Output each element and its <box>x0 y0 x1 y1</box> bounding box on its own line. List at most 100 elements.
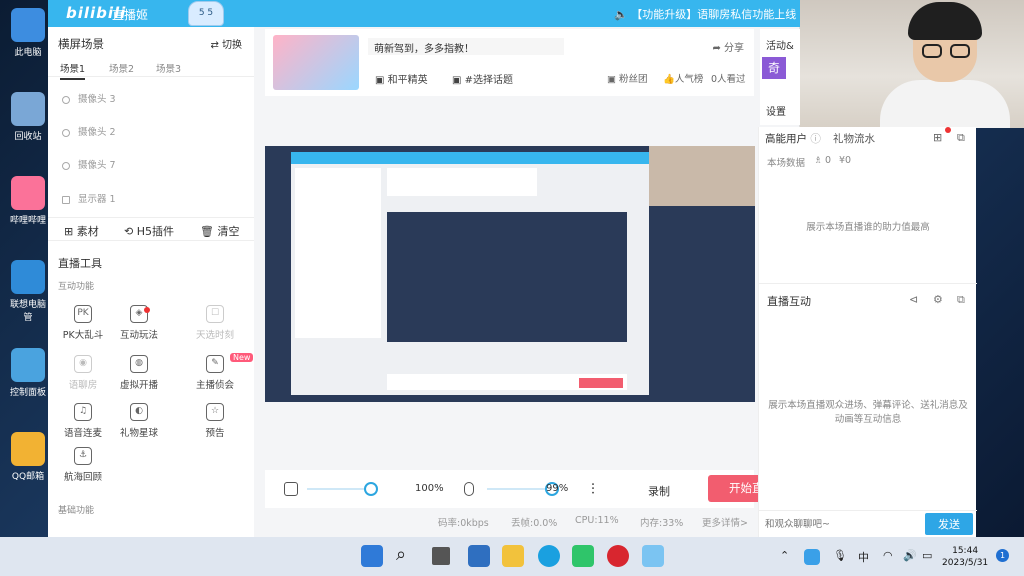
microphone-icon[interactable] <box>464 482 474 496</box>
interaction-panel: 高能用户 ⓘ 礼物流水 ⊞ ⧉ 本场数据 ♗ 0 ¥0 展示本场直播谁的助力值最… <box>758 127 977 537</box>
bitrate-status: 码率:0kbps <box>438 518 489 529</box>
speaker-volume-slider[interactable] <box>307 488 371 490</box>
speaker-icon[interactable] <box>284 482 298 496</box>
battery-icon[interactable]: ▭ <box>922 549 932 562</box>
file-explorer-icon[interactable] <box>502 545 524 567</box>
volume-icon[interactable]: 🔊 <box>903 549 917 562</box>
clock-date: 2023/5/31 <box>942 558 989 568</box>
tool-item[interactable]: ◍ 虚拟开播 <box>112 355 166 391</box>
send-button[interactable]: 发送 <box>925 513 973 535</box>
tools-heading: 直播工具 <box>58 257 102 270</box>
speaker-slider-knob[interactable] <box>364 482 378 496</box>
lenovo-icon <box>11 260 45 294</box>
desktop-icon-this-pc[interactable]: 此电脑 <box>6 8 50 58</box>
tool-item[interactable]: PK PK大乱斗 <box>56 305 110 341</box>
source-toolbar: ⊞ 素材 ⟲ H5插件 🗑 清空 <box>48 217 254 241</box>
tool-item[interactable]: ⚓ 航海回顾 <box>56 447 110 483</box>
scene-heading: 横屏场景 <box>58 37 104 51</box>
desktop-icon-control-panel[interactable]: 控制面板 <box>6 348 50 398</box>
widgets-icon[interactable] <box>468 545 490 567</box>
tab-scene-2[interactable]: 场景2 <box>109 61 134 75</box>
desktop-icon-bilibili[interactable]: 哔哩哔哩 <box>6 176 50 226</box>
source-item[interactable]: 摄像头 3 <box>62 91 116 105</box>
switch-button[interactable]: ⇄ 切换 <box>210 36 242 51</box>
tool-item[interactable]: ♫ 语音连麦 <box>56 403 110 439</box>
activity-badge-icon[interactable]: 奇 <box>762 57 786 79</box>
tab-scene-1[interactable]: 场景1 <box>60 61 86 80</box>
chevron-up-icon[interactable]: ⌃ <box>780 549 789 562</box>
message-input[interactable] <box>765 516 915 532</box>
drop-frame-status: 丢帧:0.0% <box>511 518 558 529</box>
clear-label: 清空 <box>217 225 240 238</box>
settings-label[interactable]: 设置 <box>766 103 786 118</box>
h5-plugin-button[interactable]: ⟲ H5插件 <box>124 223 174 239</box>
switch-label: 切换 <box>222 40 242 51</box>
gear-icon[interactable]: ⚙ <box>933 293 943 306</box>
tab-gift-flow[interactable]: 礼物流水 <box>833 131 875 146</box>
system-clock[interactable]: 15:44 2023/5/31 <box>942 545 988 569</box>
material-button[interactable]: ⊞ 素材 <box>64 223 99 239</box>
edge-browser-icon[interactable] <box>538 545 560 567</box>
tool-icon: ☐ <box>206 305 224 323</box>
fan-group-label: 粉丝团 <box>619 74 648 85</box>
preview-room-bar <box>387 168 537 196</box>
stream-preview[interactable] <box>265 146 755 402</box>
wechat-icon[interactable] <box>572 545 594 567</box>
tab-scene-3[interactable]: 场景3 <box>156 61 181 75</box>
person-hair <box>908 2 982 40</box>
source-item[interactable]: 显示器 1 <box>62 191 116 205</box>
monitor-icon <box>62 195 70 204</box>
devcpp-icon[interactable] <box>607 545 629 567</box>
tool-item[interactable]: ☐ 天选时刻 <box>188 305 242 341</box>
popout-icon[interactable]: ⧉ <box>957 293 965 307</box>
more-details-link[interactable]: 更多详情> <box>702 515 748 529</box>
popularity-link[interactable]: 👍人气榜 <box>663 71 703 85</box>
preview-nested-view <box>387 212 627 342</box>
live-studio-taskbar-icon[interactable] <box>642 545 664 567</box>
task-view-icon[interactable] <box>432 547 450 565</box>
tool-item[interactable]: ☆ 预告 <box>188 403 242 439</box>
tool-icon: ♫ <box>74 403 92 421</box>
search-icon[interactable]: ⌕ <box>396 545 418 567</box>
fan-group-link[interactable]: ▣ 粉丝团 <box>607 71 648 85</box>
mixer-icon[interactable]: ⫶ <box>591 480 595 498</box>
topic-selector[interactable]: ▣ #选择话题 <box>452 71 513 86</box>
windows-start-icon[interactable] <box>361 545 383 567</box>
tool-item[interactable]: ◐ 礼物星球 <box>112 403 166 439</box>
desktop-icon-recycle-bin[interactable]: 回收站 <box>6 92 50 142</box>
desktop-icon-lenovo[interactable]: 联想电脑管 <box>6 260 50 323</box>
location-icon <box>62 128 70 137</box>
clear-button[interactable]: 🗑 清空 <box>200 223 239 239</box>
tray-app-icon[interactable] <box>804 549 820 565</box>
mic-volume-value: 99% <box>546 483 569 494</box>
desktop-icon-qq-mail[interactable]: QQ邮箱 <box>6 432 50 482</box>
feature-notice[interactable]: 🔈 【功能升级】语聊房私信功能上线 <box>614 6 796 22</box>
hashtag-icon: ▣ <box>452 75 465 86</box>
mute-icon[interactable]: ⊲ <box>909 293 918 306</box>
microphone-tray-icon[interactable]: 🎙 <box>833 549 847 562</box>
wifi-icon[interactable]: ◠ <box>883 549 893 562</box>
tab-high-energy-users[interactable]: 高能用户 ⓘ <box>765 131 821 146</box>
notification-badge[interactable]: 1 <box>996 549 1009 562</box>
category-selector[interactable]: ▣ 和平精英 <box>375 71 428 86</box>
preview-webcam <box>649 146 755 206</box>
source-label: 摄像头 3 <box>78 94 116 105</box>
room-title-input[interactable]: 萌新驾到，多多指教！ <box>368 38 564 55</box>
tool-item[interactable]: ◈ 互动玩法 <box>112 305 166 341</box>
live-studio-window: bilibili 直播姬 5 5 🔈 【功能升级】语聊房私信功能上线 横屏场景 … <box>48 0 800 537</box>
money-total: ¥0 <box>839 155 852 166</box>
source-item[interactable]: 摄像头 2 <box>62 124 116 138</box>
record-button[interactable]: 录制 <box>648 483 670 499</box>
share-button[interactable]: ➦ 分享 <box>712 39 744 54</box>
tool-item[interactable]: ◉ 语聊房 <box>56 355 110 391</box>
tool-icon: PK <box>74 305 92 323</box>
popout-icon[interactable]: ⧉ <box>957 131 965 145</box>
room-cover-image[interactable] <box>273 35 359 90</box>
gift-icon[interactable]: ⊞ <box>933 131 942 144</box>
ime-indicator[interactable]: 中 <box>858 549 869 565</box>
tool-label: 语聊房 <box>68 380 98 391</box>
source-item[interactable]: 摄像头 7 <box>62 157 116 171</box>
new-badge: New <box>230 353 254 362</box>
tool-icon: ⚓ <box>74 447 92 465</box>
mic-volume-slider[interactable] <box>487 488 553 490</box>
